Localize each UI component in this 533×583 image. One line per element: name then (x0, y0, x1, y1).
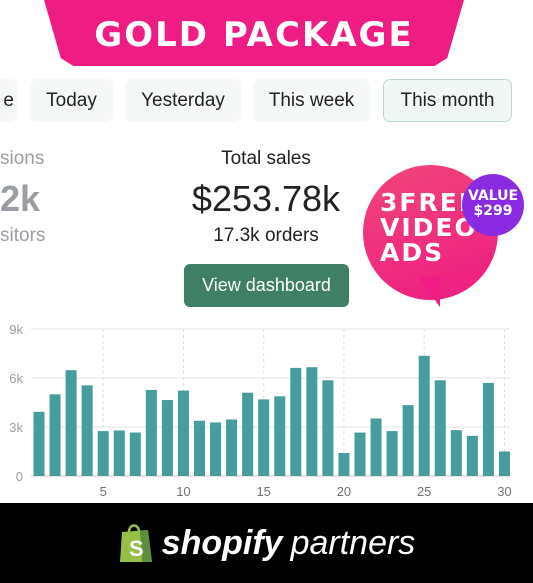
bar (338, 452, 350, 476)
bar (65, 370, 77, 476)
banner-title: GOLD PACKAGE (94, 15, 414, 55)
x-tick-label: 5 (100, 484, 107, 499)
bar (177, 390, 189, 476)
bar (226, 419, 238, 476)
x-tick-label: 20 (337, 484, 351, 499)
bar (129, 432, 141, 476)
x-tick-label: 30 (497, 484, 511, 499)
visitors-label: sitors (0, 225, 46, 246)
filter-today[interactable]: Today (30, 79, 113, 122)
gold-package-banner: GOLD PACKAGE (44, 0, 464, 66)
shopify-partners-footer: S shopify partners (0, 503, 533, 583)
sales-bar-chart: 0 3k 6k 9k 5 10 15 20 25 30 (9, 322, 511, 499)
promo-line: ADS (380, 238, 445, 267)
bar (322, 380, 334, 476)
y-tick-label: 6k (9, 371, 23, 386)
bar (97, 431, 109, 476)
bar (49, 394, 61, 476)
view-dashboard-button[interactable]: View dashboard (184, 264, 349, 307)
filter-this-month[interactable]: This month (383, 79, 512, 122)
filter-pill-partial[interactable]: e (0, 79, 17, 122)
bar (242, 392, 254, 476)
bar (290, 367, 302, 476)
svg-text:S: S (129, 536, 144, 561)
bar (386, 431, 398, 476)
value-price: $299 (473, 203, 513, 219)
bar (418, 355, 430, 476)
y-tick-label: 3k (9, 420, 23, 435)
promo-badge: 3FREE VIDEO ADS VALUE $299 (358, 165, 524, 310)
bar (402, 405, 414, 476)
bar (354, 432, 366, 476)
orders-count: 17.3k orders (213, 225, 319, 246)
bar (33, 411, 45, 476)
total-sales-value: $253.78k (191, 178, 341, 219)
bar (498, 451, 510, 476)
bar (274, 396, 286, 476)
shopify-bag-icon: S (119, 524, 152, 562)
bar (306, 367, 318, 476)
x-tick-label: 10 (176, 484, 190, 499)
value-label: VALUE (467, 188, 519, 204)
brand-partners: partners (290, 523, 416, 562)
bar (145, 389, 157, 476)
bar (81, 385, 93, 476)
bar (210, 422, 222, 476)
brand-shopify: shopify (161, 523, 283, 562)
bar (434, 380, 446, 476)
x-tick-label: 15 (256, 484, 270, 499)
filter-yesterday[interactable]: Yesterday (125, 79, 241, 122)
y-tick-label: 9k (9, 322, 23, 337)
bar (450, 430, 462, 476)
sessions-label: sions (0, 148, 45, 169)
filter-this-week[interactable]: This week (253, 79, 370, 122)
bar (161, 400, 173, 476)
total-sales-label: Total sales (221, 148, 311, 169)
bar (194, 420, 205, 476)
bar (258, 399, 270, 476)
value-badge: VALUE $299 (462, 174, 524, 236)
bar (113, 430, 125, 476)
sessions-value: 2k (0, 178, 41, 219)
x-tick-label: 25 (417, 484, 431, 499)
bar (466, 435, 478, 476)
y-tick-label: 0 (16, 469, 23, 484)
bar (482, 382, 494, 476)
bar (370, 418, 382, 476)
